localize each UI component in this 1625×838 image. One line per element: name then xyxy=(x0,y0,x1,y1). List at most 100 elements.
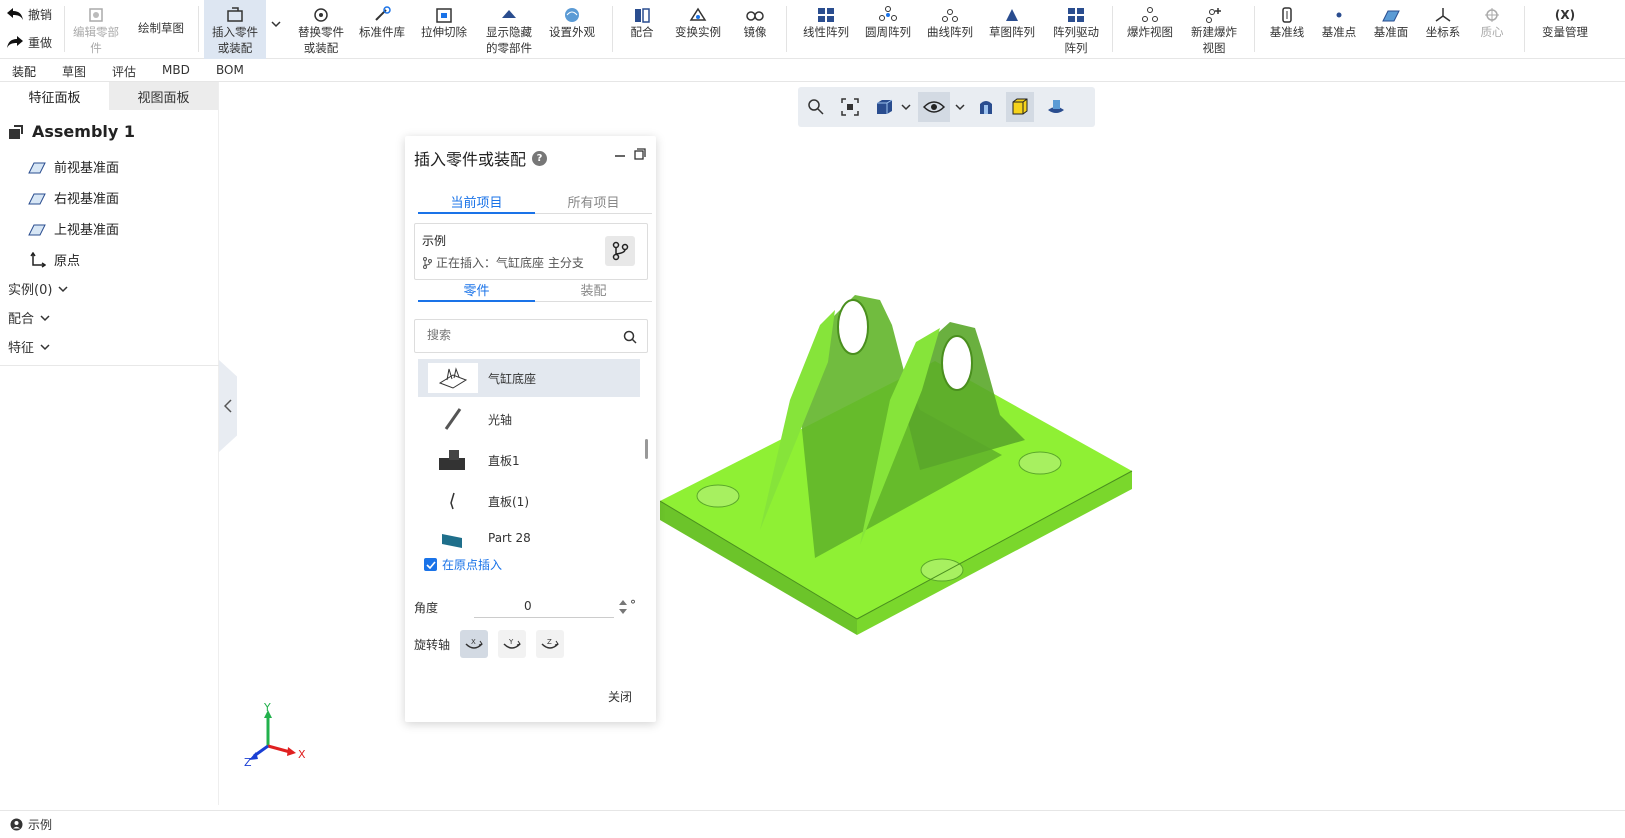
render-button[interactable] xyxy=(1042,92,1070,122)
tab-view-panel[interactable]: 视图面板 xyxy=(109,82,218,110)
insert-part-panel: 插入零件或装配 ? 当前项目 所有项目 示例 正在插入：气缸底座 主分支 零件 … xyxy=(405,136,656,722)
tab-parts[interactable]: 零件 xyxy=(418,276,535,302)
feature-panel: 特征面板 视图面板 Assembly 1 前视基准面 右视基准面 上视基准面 原… xyxy=(0,82,219,805)
fit-view-button[interactable] xyxy=(836,92,864,122)
insert-dropdown[interactable] xyxy=(268,0,284,59)
insert-part-button[interactable]: 插入零件 或装配 xyxy=(204,0,266,59)
tree-item-right-plane[interactable]: 右视基准面 xyxy=(28,188,119,207)
angle-row: 角度 0 ° xyxy=(414,596,648,618)
rotate-y-button[interactable]: Y xyxy=(498,630,527,658)
current-user[interactable]: 示例 xyxy=(28,816,52,833)
svg-text:X: X xyxy=(471,638,476,646)
tab-evaluate[interactable]: 评估 xyxy=(112,63,136,80)
restore-icon[interactable] xyxy=(634,148,646,160)
ref-line-button[interactable]: 基准线 xyxy=(1264,0,1310,59)
collapse-panel-button[interactable] xyxy=(219,360,237,452)
branch-button[interactable] xyxy=(605,236,635,266)
mirror-button[interactable]: 镜像 xyxy=(734,0,776,59)
new-explode-button[interactable]: 新建爆炸 视图 xyxy=(1184,0,1244,59)
appearance-button[interactable]: 设置外观 xyxy=(546,0,598,59)
explode-view-button[interactable]: 爆炸视图 xyxy=(1124,0,1176,59)
curve-pattern-button[interactable]: 曲线阵列 xyxy=(924,0,976,59)
tab-mbd[interactable]: MBD xyxy=(162,63,190,77)
variables-button[interactable]: (X) 变量管理 xyxy=(1536,0,1594,59)
tree-item-origin[interactable]: 原点 xyxy=(28,250,80,269)
transform-button[interactable]: 变换实例 xyxy=(670,0,726,59)
render-icon xyxy=(1048,100,1064,113)
plane-icon xyxy=(28,162,46,173)
minimize-icon[interactable] xyxy=(614,154,626,158)
part-list-item[interactable]: 直板1 xyxy=(418,441,640,479)
group-mates[interactable]: 配合 xyxy=(8,308,50,327)
linear-pattern-button[interactable]: 线性阵列 xyxy=(800,0,852,59)
angle-input[interactable]: 0 xyxy=(474,596,614,618)
chevron-left-icon xyxy=(224,399,232,413)
search-input[interactable] xyxy=(427,328,607,342)
part-list-item[interactable]: 直板(1) xyxy=(418,482,640,520)
tree-item-top-plane[interactable]: 上视基准面 xyxy=(28,219,119,238)
insert-at-origin-checkbox[interactable]: 在原点插入 xyxy=(424,556,502,573)
view-toolbar xyxy=(798,87,1095,127)
replace-part-button[interactable]: 替换零件 或装配 xyxy=(290,0,352,59)
angle-unit: ° xyxy=(630,598,636,612)
type-tabs: 零件 装配 xyxy=(418,276,652,302)
group-instances[interactable]: 实例(0) xyxy=(8,279,68,298)
ref-point-button[interactable]: 基准点 xyxy=(1316,0,1362,59)
shading-button[interactable] xyxy=(1006,92,1034,122)
part-list-item[interactable]: 光轴 xyxy=(418,400,640,438)
transform-icon xyxy=(687,6,709,24)
tab-current-project[interactable]: 当前项目 xyxy=(418,188,535,214)
rotate-z-button[interactable]: Z xyxy=(536,630,565,658)
axis-x-label: X xyxy=(298,748,306,761)
list-scrollbar[interactable] xyxy=(645,439,648,459)
view-orientation-button[interactable] xyxy=(870,92,898,122)
edit-part-button[interactable]: 编辑零部 件 xyxy=(68,0,124,59)
tab-assembly[interactable]: 装配 xyxy=(12,63,36,80)
section-view-button[interactable] xyxy=(972,92,1000,122)
standard-parts-button[interactable]: 标准件库 xyxy=(356,0,408,59)
center-of-mass-button[interactable]: 质心 xyxy=(1472,0,1512,59)
tab-feature-panel[interactable]: 特征面板 xyxy=(0,82,109,110)
visibility-button[interactable] xyxy=(918,92,950,122)
rotate-x-button[interactable]: X xyxy=(460,630,489,658)
fit-view-icon xyxy=(841,98,859,116)
appearance-icon xyxy=(561,6,583,24)
part-list-item[interactable]: 气缸底座 xyxy=(418,359,640,397)
tab-assemblies[interactable]: 装配 xyxy=(535,276,652,302)
tab-all-projects[interactable]: 所有项目 xyxy=(535,188,652,214)
angle-label: 角度 xyxy=(414,601,439,615)
extrude-cut-button[interactable]: 拉伸切除 xyxy=(418,0,470,59)
chevron-down-icon xyxy=(40,343,50,350)
close-button[interactable]: 关闭 xyxy=(608,688,632,705)
group-features[interactable]: 特征 xyxy=(8,337,50,356)
center-of-mass-icon xyxy=(1481,6,1503,24)
variables-icon: (X) xyxy=(1554,8,1576,22)
model-viewport[interactable] xyxy=(660,280,1140,640)
part-list-item[interactable]: Part 28 xyxy=(418,523,640,553)
sketch-button[interactable]: 绘制草图 xyxy=(130,0,192,59)
zoom-button[interactable] xyxy=(802,92,830,122)
chevron-down-icon xyxy=(955,104,965,111)
help-icon[interactable]: ? xyxy=(532,150,548,166)
redo-button[interactable]: 重做 xyxy=(6,30,52,54)
part-thumbnail xyxy=(428,363,478,393)
assembly-node[interactable]: Assembly 1 xyxy=(8,122,135,141)
tab-bom[interactable]: BOM xyxy=(216,63,244,77)
angle-stepper[interactable] xyxy=(618,598,628,616)
replace-part-icon xyxy=(310,6,332,24)
undo-button[interactable]: 撤销 xyxy=(6,2,52,26)
tab-sketch[interactable]: 草图 xyxy=(62,63,86,80)
sketch-pattern-button[interactable]: 草图阵列 xyxy=(986,0,1038,59)
ref-point-icon xyxy=(1328,6,1350,24)
coordinate-system-button[interactable]: 坐标系 xyxy=(1420,0,1466,59)
visibility-dropdown[interactable] xyxy=(952,92,968,122)
tree-item-front-plane[interactable]: 前视基准面 xyxy=(28,157,119,176)
show-hidden-button[interactable]: 显示隐藏 的零部件 xyxy=(478,0,540,59)
search-icon[interactable] xyxy=(623,330,637,344)
cylinder-base-model xyxy=(660,295,1133,635)
pattern-driven-button[interactable]: 阵列驱动 阵列 xyxy=(1048,0,1104,59)
view-orientation-dropdown[interactable] xyxy=(898,92,914,122)
mate-button[interactable]: 配合 xyxy=(622,0,662,59)
ref-plane-button[interactable]: 基准面 xyxy=(1368,0,1414,59)
circular-pattern-button[interactable]: 圆周阵列 xyxy=(862,0,914,59)
